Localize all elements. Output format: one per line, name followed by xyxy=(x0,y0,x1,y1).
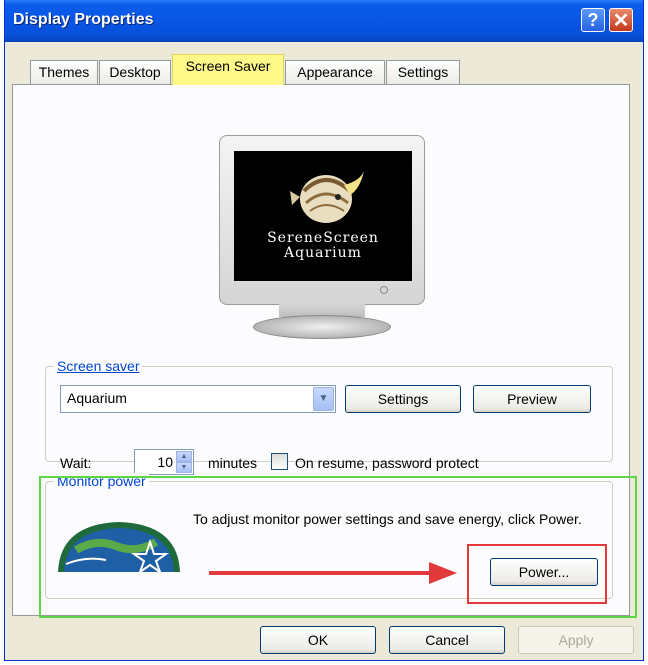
spinner-buttons[interactable]: ▲ ▼ xyxy=(176,451,192,473)
window-title: Display Properties xyxy=(13,11,154,28)
power-led-icon xyxy=(380,286,388,294)
ok-button[interactable]: OK xyxy=(260,626,376,654)
wait-label: Wait: xyxy=(60,455,92,471)
angelfish-icon xyxy=(290,171,364,223)
close-icon: ✕ xyxy=(612,9,630,32)
cancel-button[interactable]: Cancel xyxy=(389,626,505,654)
preview-line-1: SereneScreen xyxy=(267,230,379,246)
apply-button[interactable]: Apply xyxy=(518,626,634,654)
minutes-label: minutes xyxy=(208,455,258,471)
spin-down-icon[interactable]: ▼ xyxy=(176,462,192,473)
tab-screen-saver[interactable]: Screen Saver xyxy=(172,54,284,85)
close-button[interactable]: ✕ xyxy=(609,8,633,32)
spin-up-icon[interactable]: ▲ xyxy=(176,451,192,462)
power-button-highlight xyxy=(467,544,607,604)
preview-button[interactable]: Preview xyxy=(473,385,591,413)
wait-spinner[interactable]: 10 ▲ ▼ xyxy=(134,449,194,475)
password-label[interactable]: On resume, password protect xyxy=(295,455,479,471)
tab-settings[interactable]: Settings xyxy=(386,60,460,84)
preview-caption: SereneScreen Aquarium xyxy=(234,231,412,261)
chevron-down-icon[interactable]: ▼ xyxy=(313,387,334,411)
title-bar[interactable]: Display Properties ? ✕ xyxy=(5,0,643,42)
password-checkbox[interactable] xyxy=(271,453,288,470)
settings-button[interactable]: Settings xyxy=(345,385,461,413)
preview-screen: SereneScreen Aquarium xyxy=(234,151,412,281)
arrow-right-icon xyxy=(209,562,457,584)
preview-line-2: Aquarium xyxy=(284,245,362,261)
help-icon: ? xyxy=(587,9,599,30)
screen-saver-select[interactable]: Aquarium ▼ xyxy=(60,385,336,413)
monitor-preview: SereneScreen Aquarium xyxy=(219,135,443,361)
monitor-stand xyxy=(253,315,391,339)
tab-themes[interactable]: Themes xyxy=(30,60,98,84)
help-button[interactable]: ? xyxy=(581,8,605,32)
tab-appearance[interactable]: Appearance xyxy=(285,60,385,84)
tab-desktop[interactable]: Desktop xyxy=(99,60,171,84)
screen-saver-group: Screen saver Aquarium ▼ Settings Preview… xyxy=(45,358,613,475)
screen-saver-selected: Aquarium xyxy=(67,390,127,406)
monitor-bezel: SereneScreen Aquarium xyxy=(219,135,425,305)
wait-value: 10 xyxy=(157,454,173,470)
screen-saver-group-label: Screen saver xyxy=(54,358,143,374)
